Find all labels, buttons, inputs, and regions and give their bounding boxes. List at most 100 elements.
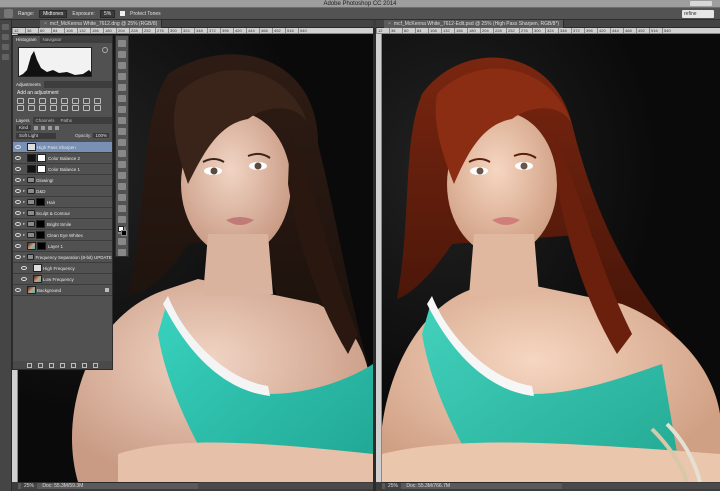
vibrance-icon[interactable] (61, 98, 68, 104)
group-twirl-icon[interactable]: ▸ (23, 210, 26, 216)
lasso-tool-icon[interactable] (118, 62, 126, 69)
layer-row[interactable]: Color Balance 1 (13, 164, 112, 175)
visibility-eye-icon[interactable] (15, 167, 21, 171)
left-doc-tab[interactable]: × mcf_McKenna White_7612.dng @ 25% (RGB/8… (40, 20, 163, 28)
filter-type-icon[interactable] (48, 126, 53, 130)
type-tool-icon[interactable] (118, 205, 126, 212)
color-balance-icon[interactable] (83, 98, 90, 104)
layer-row[interactable]: High Pass Sharpen (13, 142, 112, 153)
move-tool-icon[interactable] (118, 40, 126, 47)
visibility-eye-icon[interactable] (15, 211, 21, 215)
eraser-tool-icon[interactable] (118, 150, 126, 157)
layer-row[interactable]: ▸ Sculpt & Contour (13, 208, 112, 219)
layer-row[interactable]: ▾ Frequency Separation (8-bit) UPDATED (13, 252, 112, 263)
fx-icon[interactable] (38, 362, 43, 368)
visibility-eye-icon[interactable] (15, 145, 21, 149)
visibility-eye-icon[interactable] (21, 266, 27, 270)
layer-row[interactable]: ▸ Bright Smile (13, 219, 112, 230)
gradient-map-icon[interactable] (83, 105, 90, 111)
crop-tool-icon[interactable] (118, 84, 126, 91)
group-twirl-icon[interactable]: ▸ (23, 221, 26, 227)
visibility-eye-icon[interactable] (21, 277, 27, 281)
group-twirl-icon[interactable]: ▸ (23, 177, 26, 183)
group-twirl-icon[interactable]: ▸ (23, 199, 26, 205)
workspace-select[interactable]: refine (682, 10, 714, 18)
folder-icon[interactable] (71, 362, 76, 368)
right-canvas[interactable] (382, 34, 720, 482)
color-lookup-icon[interactable] (39, 105, 46, 111)
close-icon[interactable]: × (44, 21, 47, 27)
layer-row[interactable]: High Frequency (13, 263, 112, 274)
blend-mode-select[interactable]: Soft Light (16, 133, 56, 139)
left-zoom-field[interactable]: 25% (21, 483, 38, 489)
photo-filter-icon[interactable] (17, 105, 24, 111)
layer-row[interactable]: Color Balance 2 (13, 153, 112, 164)
left-horizontal-scrollbar[interactable] (198, 483, 373, 489)
dock-icon[interactable] (2, 54, 9, 60)
marquee-tool-icon[interactable] (118, 51, 126, 58)
selective-color-icon[interactable] (94, 105, 101, 111)
protect-tones-checkbox[interactable] (120, 11, 126, 16)
visibility-eye-icon[interactable] (15, 189, 21, 193)
background-color-swatch[interactable] (121, 230, 127, 236)
filter-adjustment-icon[interactable] (41, 126, 46, 130)
range-select[interactable]: Midtones (39, 9, 68, 18)
visibility-eye-icon[interactable] (15, 156, 21, 160)
layer-row[interactable]: ▸ Glowing! (13, 175, 112, 186)
posterize-icon[interactable] (61, 105, 68, 111)
link-icon[interactable] (27, 362, 32, 368)
channel-mixer-icon[interactable] (28, 105, 35, 111)
black-white-icon[interactable] (94, 98, 101, 104)
layer-row[interactable]: ▸ Clean Eye Whites (13, 230, 112, 241)
workspace-search-field[interactable] (690, 1, 712, 6)
new-layer-icon[interactable] (82, 362, 87, 368)
visibility-eye-icon[interactable] (15, 178, 21, 182)
layer-row[interactable]: Low Frequency (13, 274, 112, 285)
trash-icon[interactable] (93, 362, 98, 368)
gradient-tool-icon[interactable] (118, 161, 126, 168)
blur-tool-icon[interactable] (118, 172, 126, 179)
visibility-eye-icon[interactable] (15, 233, 21, 237)
adjustment-layer-icon[interactable] (60, 362, 65, 368)
layer-mask-thumbnail[interactable] (36, 231, 45, 239)
hue-saturation-icon[interactable] (72, 98, 79, 104)
layer-mask-thumbnail[interactable] (37, 242, 46, 250)
opacity-input[interactable]: 100% (93, 133, 109, 138)
path-select-tool-icon[interactable] (118, 216, 126, 223)
close-icon[interactable]: × (388, 21, 391, 27)
mask-icon[interactable] (49, 362, 54, 368)
brightness-icon[interactable] (17, 98, 24, 104)
tab-histogram[interactable]: Histogram (13, 36, 40, 43)
hand-tool-icon[interactable] (118, 238, 126, 245)
visibility-eye-icon[interactable] (15, 288, 21, 292)
layer-mask-thumbnail[interactable] (37, 165, 46, 173)
tab-navigator[interactable]: Navigator (40, 36, 65, 43)
group-twirl-icon[interactable]: ▸ (23, 188, 26, 194)
history-brush-tool-icon[interactable] (118, 139, 126, 146)
visibility-eye-icon[interactable] (15, 222, 21, 226)
zoom-tool-icon[interactable] (118, 249, 126, 256)
right-horizontal-scrollbar[interactable] (562, 483, 720, 489)
dock-icon[interactable] (2, 24, 9, 30)
layer-row[interactable]: ▸ Hair (13, 197, 112, 208)
layer-row[interactable]: ▸ D&D (13, 186, 112, 197)
invert-icon[interactable] (50, 105, 57, 111)
layer-row[interactable]: Background (13, 285, 112, 296)
levels-icon[interactable] (28, 98, 35, 104)
tab-adjustments[interactable]: Adjustments (13, 81, 44, 88)
right-doc-tab[interactable]: × mcf_McKenna White_7612-Edit.psd @ 25% (… (384, 20, 565, 28)
eyedropper-tool-icon[interactable] (118, 95, 126, 102)
healing-tool-icon[interactable] (118, 106, 126, 113)
tab-channels[interactable]: Channels (33, 117, 58, 124)
layer-mask-thumbnail[interactable] (36, 198, 45, 206)
layer-mask-thumbnail[interactable] (36, 220, 45, 228)
curves-icon[interactable] (39, 98, 46, 104)
visibility-eye-icon[interactable] (15, 200, 21, 204)
group-twirl-icon[interactable]: ▸ (23, 232, 26, 238)
layer-mask-thumbnail[interactable] (37, 154, 46, 162)
clone-stamp-tool-icon[interactable] (118, 128, 126, 135)
visibility-eye-icon[interactable] (15, 255, 21, 259)
dodge-tool-icon[interactable] (4, 9, 13, 18)
dodge-tool-icon[interactable] (118, 183, 126, 190)
threshold-icon[interactable] (72, 105, 79, 111)
